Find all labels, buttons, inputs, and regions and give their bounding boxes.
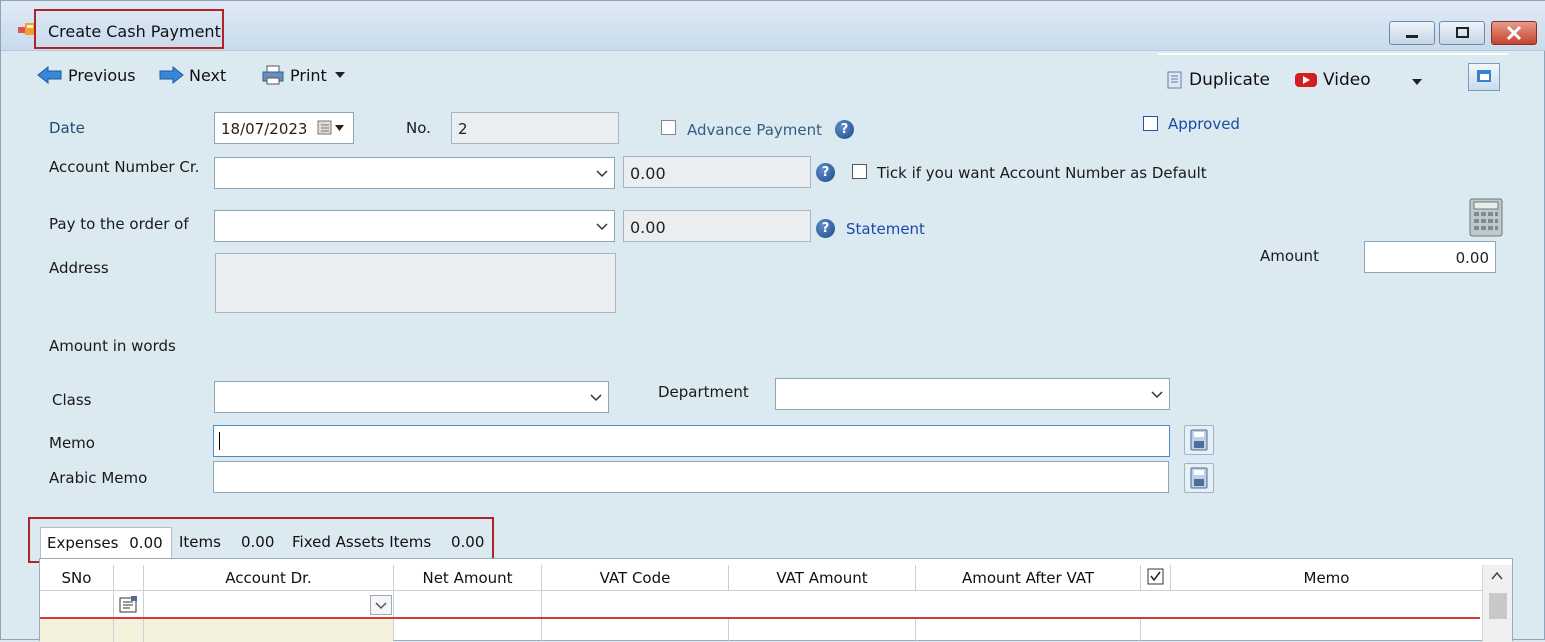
no-value: 2 xyxy=(458,120,468,138)
arabic-memo-save-button[interactable] xyxy=(1184,463,1214,493)
help-icon[interactable]: ? xyxy=(835,120,854,139)
default-account-checkbox[interactable] xyxy=(852,164,867,179)
column-header-account-dr[interactable]: Account Dr. xyxy=(144,565,394,591)
address-label: Address xyxy=(49,259,109,277)
column-header-amount-after-vat[interactable]: Amount After VAT xyxy=(916,565,1141,591)
amount-words-label: Amount in words xyxy=(49,337,176,355)
restore-panel-button[interactable] xyxy=(1468,63,1500,91)
duplicate-button[interactable]: Duplicate xyxy=(1164,70,1270,90)
date-value: 18/07/2023 xyxy=(221,120,308,138)
amount-label: Amount xyxy=(1260,247,1319,265)
date-field[interactable]: 18/07/2023 xyxy=(214,112,354,144)
close-icon xyxy=(1506,25,1522,41)
arabic-memo-input[interactable] xyxy=(213,461,1169,493)
no-label: No. xyxy=(406,119,431,137)
pay-to-balance-field: 0.00 xyxy=(623,210,811,242)
advance-payment-checkbox[interactable] xyxy=(661,120,676,135)
duplicate-icon xyxy=(1167,71,1182,89)
chevron-down-icon xyxy=(375,602,387,610)
edit-row-icon[interactable] xyxy=(118,595,140,615)
account-number-combo[interactable] xyxy=(214,157,615,189)
dropdown-caret-icon[interactable] xyxy=(332,70,348,80)
maximize-icon xyxy=(1456,27,1469,38)
expenses-grid: SNo Account Dr. Net Amount VAT Code VAT … xyxy=(39,558,1513,642)
column-header-blank[interactable] xyxy=(114,565,144,591)
advance-payment-label: Advance Payment xyxy=(687,121,823,139)
window-title: Create Cash Payment xyxy=(48,22,221,41)
help-icon[interactable]: ? xyxy=(816,163,835,182)
save-icon xyxy=(1190,467,1208,489)
save-icon xyxy=(1190,429,1208,451)
class-combo[interactable] xyxy=(214,381,609,413)
department-combo[interactable] xyxy=(775,378,1170,410)
previous-button[interactable]: Previous xyxy=(37,65,136,85)
approved-label: Approved xyxy=(1168,115,1240,133)
calculator-icon[interactable] xyxy=(1468,198,1504,238)
column-header-vat-code[interactable]: VAT Code xyxy=(542,565,729,591)
arabic-memo-label: Arabic Memo xyxy=(49,469,148,487)
address-field xyxy=(215,253,616,313)
restore-window-icon xyxy=(1477,70,1491,82)
grid-row-new[interactable] xyxy=(40,591,1480,619)
default-account-label: Tick if you want Account Number as Defau… xyxy=(877,164,1207,182)
print-label: Print xyxy=(290,65,327,85)
account-balance-field: 0.00 xyxy=(623,156,811,188)
no-field: 2 xyxy=(451,112,619,144)
column-header-vat-amount[interactable]: VAT Amount xyxy=(729,565,916,591)
help-icon[interactable]: ? xyxy=(816,219,835,238)
scroll-thumb[interactable] xyxy=(1489,593,1507,619)
video-button[interactable]: Video xyxy=(1294,70,1371,90)
column-header-net-amount[interactable]: Net Amount xyxy=(394,565,542,591)
create-cash-payment-window: Create Cash Payment Previous Next Print … xyxy=(0,0,1545,642)
tabs-highlight xyxy=(28,517,494,563)
chevron-down-icon xyxy=(590,394,602,402)
grid-row[interactable] xyxy=(40,619,1480,642)
column-header-memo[interactable]: Memo xyxy=(1171,565,1482,591)
pay-to-balance-value: 0.00 xyxy=(630,218,666,237)
amount-value: 0.00 xyxy=(1455,249,1489,267)
duplicate-label: Duplicate xyxy=(1189,70,1270,90)
checkbox-checked-icon[interactable] xyxy=(1147,568,1165,586)
text-caret xyxy=(219,432,220,450)
account-balance-value: 0.00 xyxy=(630,164,666,183)
chevron-down-icon xyxy=(596,170,608,178)
memo-label: Memo xyxy=(49,434,95,452)
memo-input[interactable] xyxy=(213,425,1170,457)
video-label: Video xyxy=(1323,70,1371,90)
pay-to-label: Pay to the order of xyxy=(49,215,189,233)
scroll-up-icon[interactable] xyxy=(1483,565,1511,587)
statement-link[interactable]: Statement xyxy=(846,220,925,238)
date-label: Date xyxy=(49,119,85,137)
column-header-sno[interactable]: SNo xyxy=(40,565,114,591)
toolbar-divider xyxy=(1158,53,1508,55)
amount-field[interactable]: 0.00 xyxy=(1364,241,1496,273)
next-button[interactable]: Next xyxy=(158,65,226,85)
next-label: Next xyxy=(189,65,227,85)
video-icon xyxy=(1295,73,1317,87)
pay-to-combo[interactable] xyxy=(214,210,615,242)
maximize-button[interactable] xyxy=(1439,21,1485,45)
column-header-checkbox[interactable] xyxy=(1141,565,1171,591)
account-dr-dropdown[interactable] xyxy=(370,595,392,615)
arrow-left-icon xyxy=(37,65,62,85)
minimize-icon xyxy=(1406,35,1418,38)
grid-header: SNo Account Dr. Net Amount VAT Code VAT … xyxy=(40,565,1512,591)
approved-checkbox[interactable] xyxy=(1143,116,1158,131)
grid-scrollbar[interactable] xyxy=(1482,565,1512,642)
print-button[interactable]: Print xyxy=(261,65,348,85)
arrow-right-icon xyxy=(159,65,184,85)
title-bar xyxy=(1,1,1545,51)
close-button[interactable] xyxy=(1491,21,1537,45)
video-dropdown-icon[interactable] xyxy=(1409,77,1425,87)
previous-label: Previous xyxy=(68,65,136,85)
memo-save-button[interactable] xyxy=(1184,425,1214,455)
account-number-label: Account Number Cr. xyxy=(49,158,200,176)
class-label: Class xyxy=(52,391,92,409)
calendar-dropdown-icon[interactable] xyxy=(317,119,347,137)
chevron-down-icon xyxy=(1151,391,1163,399)
chevron-down-icon xyxy=(596,223,608,231)
minimize-button[interactable] xyxy=(1389,21,1435,45)
printer-icon xyxy=(262,65,284,85)
department-label: Department xyxy=(658,383,749,401)
